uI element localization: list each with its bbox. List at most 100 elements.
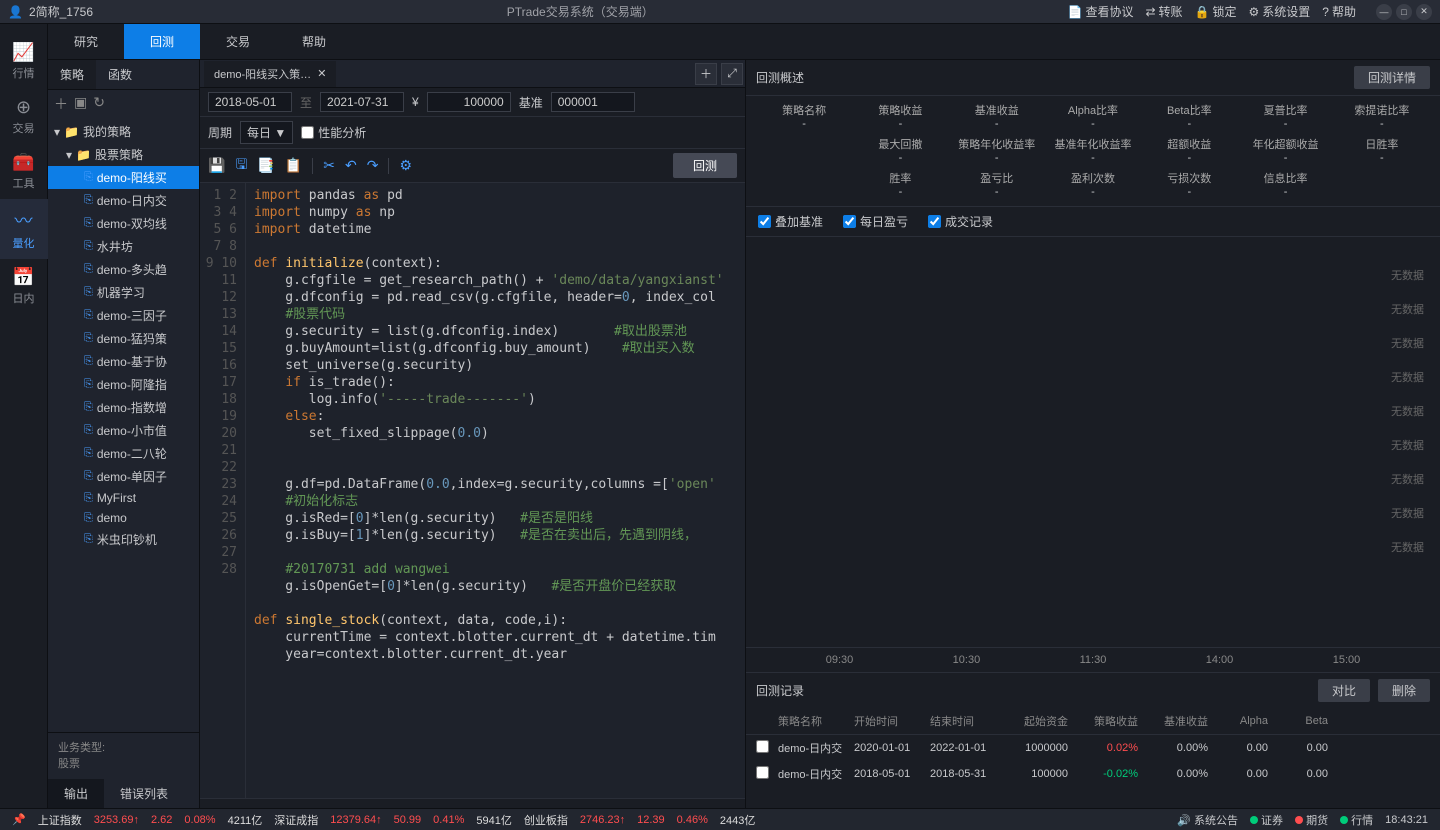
perf-checkbox[interactable]: 性能分析 bbox=[301, 124, 366, 141]
rail-item-日内[interactable]: 📅日内 bbox=[0, 259, 48, 314]
tree-item[interactable]: ⎘ demo-二八轮 bbox=[48, 442, 199, 465]
tree-item[interactable]: ⎘ demo-双均线 bbox=[48, 212, 199, 235]
cut-icon[interactable]: ✂ bbox=[323, 157, 335, 174]
nav-回测[interactable]: 回测 bbox=[124, 24, 200, 59]
nodata-label: 无数据 bbox=[1391, 471, 1424, 487]
metric: Beta比率- bbox=[1143, 102, 1235, 132]
settings-button[interactable]: ⚙ 系统设置 bbox=[1249, 3, 1311, 20]
metric: 基准收益- bbox=[951, 102, 1043, 132]
record-row[interactable]: demo-日内交2018-05-012018-05-31100000-0.02%… bbox=[746, 761, 1440, 787]
tree-item[interactable]: ⎘ MyFirst bbox=[48, 488, 199, 508]
metric: 超额收益- bbox=[1143, 136, 1235, 166]
save-all-icon[interactable]: 🖫 bbox=[235, 154, 247, 178]
expand-button[interactable]: ⤢ bbox=[721, 63, 743, 85]
lock-button[interactable]: 🔒 锁定 bbox=[1195, 3, 1237, 20]
tree-item[interactable]: ⎘ 机器学习 bbox=[48, 281, 199, 304]
tree-item[interactable]: ⎘ demo-多头趋 bbox=[48, 258, 199, 281]
tree-item[interactable]: ⎘ demo-三因子 bbox=[48, 304, 199, 327]
minimize-button[interactable]: — bbox=[1376, 4, 1392, 20]
amount-input[interactable] bbox=[427, 92, 511, 112]
tree-item[interactable]: ⎘ demo-阳线买 bbox=[48, 166, 199, 189]
editor-scrollbar[interactable] bbox=[200, 798, 745, 808]
transfer-button[interactable]: ⇄ 转账 bbox=[1145, 3, 1182, 20]
announce-button[interactable]: 🔊 系统公告 bbox=[1177, 812, 1238, 828]
copy-icon[interactable]: 📑 bbox=[257, 157, 274, 174]
tree-item[interactable]: ⎘ demo-日内交 bbox=[48, 189, 199, 212]
help-button[interactable]: ? 帮助 bbox=[1322, 3, 1356, 20]
overlay-checkbox[interactable]: 叠加基准 bbox=[758, 213, 823, 230]
tree-item[interactable]: ⎘ demo-基于协 bbox=[48, 350, 199, 373]
new-file-icon[interactable]: ＋ bbox=[54, 94, 68, 114]
tree-item[interactable]: ⎘ demo bbox=[48, 508, 199, 528]
tree-item[interactable]: ⎘ 水井坊 bbox=[48, 235, 199, 258]
metric: 策略收益- bbox=[854, 102, 946, 132]
tree-item[interactable]: ⎘ demo-指数增 bbox=[48, 396, 199, 419]
tree-item[interactable]: ⎘ 米虫印钞机 bbox=[48, 528, 199, 551]
rail-item-行情[interactable]: 📈行情 bbox=[0, 34, 48, 89]
delete-button[interactable]: 删除 bbox=[1378, 679, 1430, 702]
end-date-input[interactable] bbox=[320, 92, 404, 112]
backtest-button[interactable]: 回测 bbox=[673, 153, 737, 178]
editor-panel: demo-阳线买入策… ✕ ＋ ⤢ 至 ¥ 基准 周期 每日 ▼ 性能分析 bbox=[200, 60, 745, 808]
chart-area: 无数据无数据无数据无数据无数据无数据无数据无数据无数据09:3010:3011:… bbox=[746, 237, 1440, 672]
nodata-label: 无数据 bbox=[1391, 505, 1424, 521]
rail-item-量化[interactable]: 〰量化 bbox=[0, 199, 48, 259]
tree-sub[interactable]: ▾ 📁 股票策略 bbox=[48, 143, 199, 166]
rail-item-工具[interactable]: 🧰工具 bbox=[0, 144, 48, 199]
record-row[interactable]: demo-日内交2020-01-012022-01-0110000000.02%… bbox=[746, 735, 1440, 761]
period-dropdown[interactable]: 每日 ▼ bbox=[240, 121, 293, 144]
metric: 策略年化收益率- bbox=[951, 136, 1043, 166]
refresh-icon[interactable]: ↻ bbox=[93, 94, 105, 114]
account-name: 2简称_1756 bbox=[29, 3, 93, 20]
tree-item[interactable]: ⎘ demo-阿隆指 bbox=[48, 373, 199, 396]
close-button[interactable]: ✕ bbox=[1416, 4, 1432, 20]
daily-checkbox[interactable]: 每日盈亏 bbox=[843, 213, 908, 230]
metric: 日胜率- bbox=[1336, 136, 1428, 166]
metric: 胜率- bbox=[854, 170, 946, 200]
redo-icon[interactable]: ↷ bbox=[367, 157, 379, 174]
tree-item[interactable]: ⎘ demo-猛犸策 bbox=[48, 327, 199, 350]
metric: 基准年化收益率- bbox=[1047, 136, 1139, 166]
benchmark-input[interactable] bbox=[551, 92, 635, 112]
nav-帮助[interactable]: 帮助 bbox=[276, 24, 352, 59]
overview-detail-button[interactable]: 回测详情 bbox=[1354, 66, 1430, 89]
nav-交易[interactable]: 交易 bbox=[200, 24, 276, 59]
close-tab-icon[interactable]: ✕ bbox=[317, 67, 326, 80]
compare-button[interactable]: 对比 bbox=[1318, 679, 1370, 702]
rail-item-交易[interactable]: ⊕交易 bbox=[0, 89, 48, 144]
errors-tab[interactable]: 错误列表 bbox=[104, 779, 184, 808]
metric: 亏损次数- bbox=[1143, 170, 1235, 200]
gear-icon[interactable]: ⚙ bbox=[399, 157, 412, 174]
metric: 年化超额收益- bbox=[1239, 136, 1331, 166]
metric bbox=[1336, 170, 1428, 200]
titlebar: 👤 2简称_1756 PTrade交易系统（交易端） 📄 查看协议 ⇄ 转账 🔒… bbox=[0, 0, 1440, 24]
nodata-label: 无数据 bbox=[1391, 369, 1424, 385]
tree-item[interactable]: ⎘ demo-单因子 bbox=[48, 465, 199, 488]
new-folder-icon[interactable]: ▣ bbox=[74, 94, 87, 114]
left-tab-策略[interactable]: 策略 bbox=[48, 60, 96, 89]
undo-icon[interactable]: ↶ bbox=[345, 157, 357, 174]
left-tab-函数[interactable]: 函数 bbox=[96, 60, 144, 89]
nav-研究[interactable]: 研究 bbox=[48, 24, 124, 59]
code-editor[interactable]: 1 2 3 4 5 6 7 8 9 10 11 12 13 14 15 16 1… bbox=[200, 183, 745, 798]
maximize-button[interactable]: □ bbox=[1396, 4, 1412, 20]
strategy-panel: 策略函数 ＋ ▣ ↻ ▾ 📁 我的策略▾ 📁 股票策略⎘ demo-阳线买⎘ d… bbox=[48, 60, 200, 808]
add-tab-button[interactable]: ＋ bbox=[695, 63, 717, 85]
nodata-label: 无数据 bbox=[1391, 335, 1424, 351]
backtest-panel: 回测概述 回测详情 策略名称-策略收益-基准收益-Alpha比率-Beta比率-… bbox=[745, 60, 1440, 808]
save-icon[interactable]: 💾 bbox=[208, 157, 225, 174]
metric: 盈亏比- bbox=[951, 170, 1043, 200]
start-date-input[interactable] bbox=[208, 92, 292, 112]
tree-root[interactable]: ▾ 📁 我的策略 bbox=[48, 120, 199, 143]
paste-icon[interactable]: 📋 bbox=[285, 157, 302, 174]
metric bbox=[758, 136, 850, 166]
metric: 夏普比率- bbox=[1239, 102, 1331, 132]
view-protocol-button[interactable]: 📄 查看协议 bbox=[1068, 3, 1134, 20]
trades-checkbox[interactable]: 成交记录 bbox=[928, 213, 993, 230]
tree-item[interactable]: ⎘ demo-小市值 bbox=[48, 419, 199, 442]
metric: 策略名称- bbox=[758, 102, 850, 132]
editor-tab[interactable]: demo-阳线买入策… ✕ bbox=[204, 61, 336, 87]
metric: 信息比率- bbox=[1239, 170, 1331, 200]
output-tab[interactable]: 输出 bbox=[48, 779, 104, 808]
pin-icon[interactable]: 📌 bbox=[12, 813, 26, 826]
